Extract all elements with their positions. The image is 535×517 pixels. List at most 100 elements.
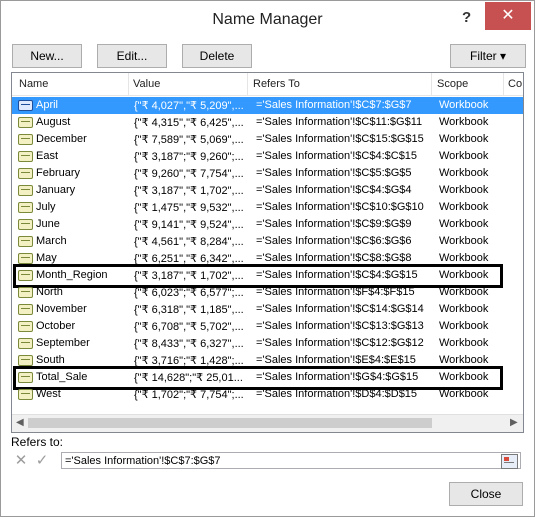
horizontal-scrollbar[interactable]: ◀ ▶ [12, 414, 523, 432]
refers-to-input[interactable]: ='Sales Information'!$C$7:$G$7 [61, 452, 521, 469]
name-cell: December [36, 133, 87, 145]
name-cell: West [36, 388, 61, 400]
table-row[interactable]: West {"₹ 1,702";"₹ 7,754";... ='Sales Info… [12, 386, 523, 403]
refers-to-cell: ='Sales Information'!$C$15:$G$15 [256, 133, 424, 145]
refers-to-cell: ='Sales Information'!$C$4:$C$15 [256, 150, 418, 162]
table-row[interactable]: March {"₹ 4,561","₹ 8,284",... ='Sales Inf… [12, 233, 523, 250]
column-separator[interactable] [128, 73, 129, 95]
value-cell: {"₹ 6,708","₹ 5,702",... [134, 321, 244, 333]
table-row[interactable]: June {"₹ 9,141","₹ 9,524",... ='Sales Info… [12, 216, 523, 233]
column-separator[interactable] [503, 73, 504, 95]
value-cell: {"₹ 3,187","₹ 1,702",... [134, 185, 244, 197]
scrollbar-thumb[interactable] [28, 418, 432, 428]
value-cell: {"₹ 4,027","₹ 5,209",... [134, 100, 244, 112]
named-range-icon [18, 134, 33, 145]
name-cell: June [36, 218, 60, 230]
value-cell: {"₹ 1,702";"₹ 7,754";... [134, 389, 244, 401]
name-cell: September [36, 337, 90, 349]
name-cell: North [36, 286, 63, 298]
table-row[interactable]: August {"₹ 4,315","₹ 6,425",... ='Sales In… [12, 114, 523, 131]
help-icon[interactable]: ? [462, 9, 471, 26]
scope-cell: Workbook [439, 286, 489, 298]
list-header: Name Value Refers To Scope Co [12, 73, 523, 96]
scope-cell: Workbook [439, 184, 489, 196]
name-cell: November [36, 303, 87, 315]
confirm-edit-icon[interactable]: ✓ [33, 452, 51, 469]
delete-button[interactable]: Delete [182, 44, 252, 68]
scope-cell: Workbook [439, 116, 489, 128]
name-cell: October [36, 320, 76, 332]
table-row[interactable]: July {"₹ 1,475","₹ 9,532",... ='Sales Info… [12, 199, 523, 216]
value-cell: {"₹ 8,433","₹ 6,327",... [134, 338, 244, 350]
named-range-icon [18, 202, 33, 213]
column-header-refers-to[interactable]: Refers To [253, 78, 300, 90]
scope-cell: Workbook [439, 388, 489, 400]
name-cell: March [36, 235, 67, 247]
value-cell: {"₹ 6,023";"₹ 6,577";... [134, 287, 244, 299]
range-select-icon[interactable] [501, 454, 518, 469]
column-header-scope[interactable]: Scope [437, 78, 468, 90]
names-list[interactable]: Name Value Refers To Scope Co April {"₹ 4… [11, 72, 524, 433]
value-cell: {"₹ 9,141","₹ 9,524",... [134, 219, 244, 231]
name-cell: South [36, 354, 65, 366]
column-separator[interactable] [431, 73, 432, 95]
table-row[interactable]: October {"₹ 6,708","₹ 5,702",... ='Sales I… [12, 318, 523, 335]
refers-to-cell: ='Sales Information'!$F$4:$F$15 [256, 286, 415, 298]
edit-button[interactable]: Edit... [97, 44, 167, 68]
named-range-icon [18, 253, 33, 264]
named-range-icon [18, 151, 33, 162]
column-header-value[interactable]: Value [133, 78, 160, 90]
table-row[interactable]: April {"₹ 4,027","₹ 5,209",... ='Sales Inf… [12, 97, 523, 114]
named-range-icon [18, 168, 33, 179]
name-cell: April [36, 99, 59, 111]
new-button[interactable]: New... [12, 44, 82, 68]
table-row[interactable]: December {"₹ 7,589","₹ 5,069",... ='Sales … [12, 131, 523, 148]
value-cell: {"₹ 4,315","₹ 6,425",... [134, 117, 244, 129]
scroll-left-icon[interactable]: ◀ [16, 417, 24, 428]
filter-button[interactable]: Filter ▾ [450, 44, 526, 68]
refers-to-cell: ='Sales Information'!$E$4:$E$15 [256, 354, 416, 366]
table-row[interactable]: September {"₹ 8,433","₹ 6,327",... ='Sales… [12, 335, 523, 352]
value-cell: {"₹ 1,475","₹ 9,532",... [134, 202, 244, 214]
table-row[interactable]: North {"₹ 6,023";"₹ 6,577";... ='Sales Inf… [12, 284, 523, 301]
name-cell: May [36, 252, 57, 264]
column-separator[interactable] [247, 73, 248, 95]
value-cell: {"₹ 3,187";"₹ 9,260";... [134, 151, 244, 163]
named-range-icon [18, 338, 33, 349]
table-row[interactable]: East {"₹ 3,187";"₹ 9,260";... ='Sales Info… [12, 148, 523, 165]
dialog-title: Name Manager [212, 11, 323, 28]
refers-to-cell: ='Sales Information'!$C$5:$G$5 [256, 167, 412, 179]
scope-cell: Workbook [439, 99, 489, 111]
scope-cell: Workbook [439, 201, 489, 213]
scope-cell: Workbook [439, 354, 489, 366]
refers-to-cell: ='Sales Information'!$C$9:$G$9 [256, 218, 412, 230]
refers-to-label: Refers to: [11, 435, 64, 449]
scope-cell: Workbook [439, 303, 489, 315]
table-row[interactable]: January {"₹ 3,187","₹ 1,702",... ='Sales I… [12, 182, 523, 199]
named-range-icon [18, 321, 33, 332]
table-row[interactable]: November {"₹ 6,318","₹ 1,185",... ='Sales … [12, 301, 523, 318]
name-cell: January [36, 184, 76, 196]
value-cell: {"₹ 9,260","₹ 7,754",... [134, 168, 244, 180]
column-header-name[interactable]: Name [19, 78, 48, 90]
named-range-icon [18, 355, 33, 366]
refers-to-cell: ='Sales Information'!$C$13:$G$13 [256, 320, 424, 332]
refers-to-cell: ='Sales Information'!$C$14:$G$14 [256, 303, 424, 315]
refers-to-cell: ='Sales Information'!$C$10:$G$10 [256, 201, 424, 213]
value-cell: {"₹ 6,318","₹ 1,185",... [134, 304, 244, 316]
close-window-button[interactable]: ✕ [485, 2, 531, 30]
named-range-icon [18, 117, 33, 128]
cancel-edit-icon[interactable]: ✕ [12, 452, 30, 469]
refers-to-cell: ='Sales Information'!$C$8:$G$8 [256, 252, 412, 264]
scroll-right-icon[interactable]: ▶ [510, 417, 518, 428]
scope-cell: Workbook [439, 150, 489, 162]
named-range-icon [18, 304, 33, 315]
close-button[interactable]: Close [449, 482, 523, 506]
column-header-comment[interactable]: Co [508, 78, 522, 90]
named-range-icon [18, 100, 33, 111]
refers-to-cell: ='Sales Information'!$C$7:$G$7 [256, 99, 412, 111]
scope-cell: Workbook [439, 320, 489, 332]
scope-cell: Workbook [439, 218, 489, 230]
table-row[interactable]: February {"₹ 9,260","₹ 7,754",... ='Sales … [12, 165, 523, 182]
name-cell: East [36, 150, 59, 162]
